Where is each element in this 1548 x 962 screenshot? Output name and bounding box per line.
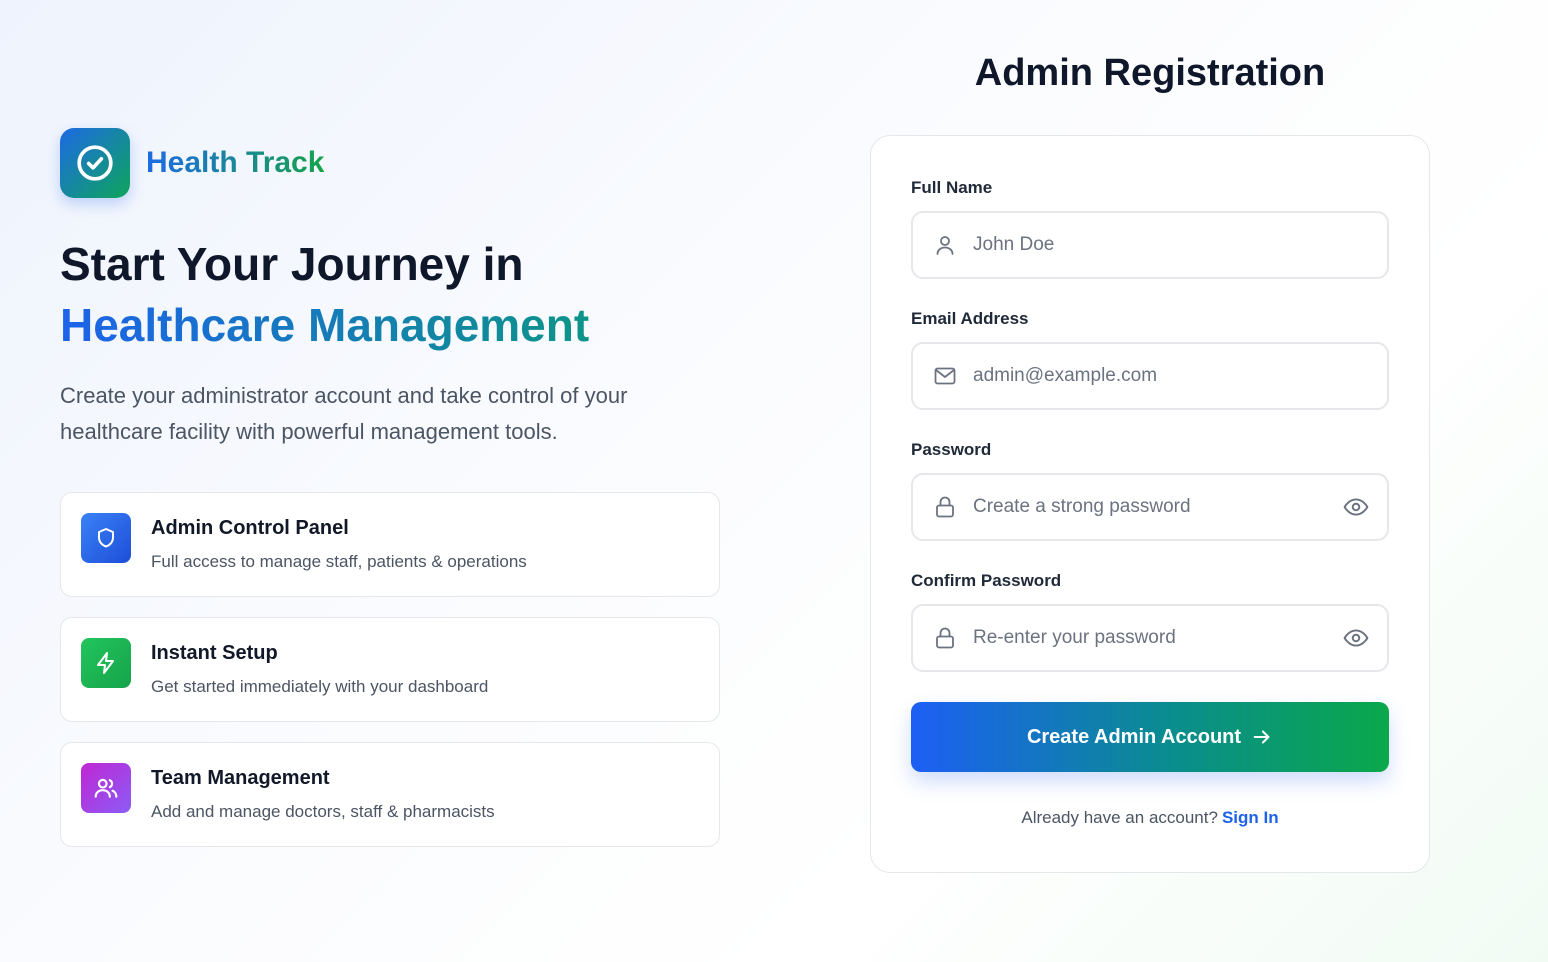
signin-row: Already have an account? Sign In bbox=[911, 808, 1389, 828]
lightning-icon bbox=[97, 652, 114, 674]
registration-form: Full Name Email Address Password bbox=[870, 135, 1430, 873]
submit-label: Create Admin Account bbox=[1026, 725, 1242, 748]
email-input-wrapper bbox=[911, 342, 1389, 410]
lock-icon bbox=[936, 627, 954, 649]
mail-icon bbox=[934, 367, 956, 385]
lock-icon bbox=[936, 496, 954, 518]
full-name-input[interactable] bbox=[913, 213, 1387, 277]
signin-prompt: Already have an account? bbox=[1021, 808, 1218, 827]
full-name-input-wrapper bbox=[911, 211, 1389, 279]
confirm-password-label: Confirm Password bbox=[911, 571, 1062, 590]
password-input[interactable] bbox=[913, 475, 1387, 539]
shield-icon bbox=[98, 528, 114, 548]
feature-description: Add and manage doctors, staff & pharmaci… bbox=[151, 802, 495, 821]
left-panel: Health Track Start Your Journey in Healt… bbox=[60, 128, 720, 867]
confirm-password-field-group: Confirm Password bbox=[911, 571, 1389, 672]
eye-icon[interactable] bbox=[1343, 625, 1369, 651]
feature-text: Team Management Add and manage doctors, … bbox=[151, 763, 495, 822]
check-circle-icon bbox=[77, 145, 113, 181]
sign-in-link[interactable]: Sign In bbox=[1222, 808, 1279, 827]
hero-title-line1: Start Your Journey in bbox=[60, 238, 524, 290]
create-admin-account-button[interactable]: Create Admin Account bbox=[911, 702, 1389, 772]
confirm-password-input-wrapper bbox=[911, 604, 1389, 672]
password-label: Password bbox=[911, 440, 992, 459]
full-name-field-group: Full Name bbox=[911, 178, 1389, 279]
hero-title: Start Your Journey in Healthcare Managem… bbox=[60, 234, 720, 356]
hero-title-line2: Healthcare Management bbox=[60, 295, 589, 356]
arrow-right-icon bbox=[1253, 730, 1270, 744]
brand-logo bbox=[60, 128, 130, 198]
feature-title: Team Management bbox=[151, 767, 330, 789]
email-label: Email Address bbox=[911, 309, 1029, 328]
feature-icon-badge bbox=[81, 513, 131, 563]
confirm-password-input[interactable] bbox=[913, 606, 1387, 670]
feature-description: Full access to manage staff, patients & … bbox=[151, 552, 527, 571]
password-input-wrapper bbox=[911, 473, 1389, 541]
feature-icon-badge bbox=[81, 763, 131, 813]
feature-title: Instant Setup bbox=[151, 642, 278, 664]
feature-text: Instant Setup Get started immediately wi… bbox=[151, 638, 488, 697]
full-name-label: Full Name bbox=[911, 178, 993, 197]
email-input[interactable] bbox=[913, 344, 1387, 408]
user-icon bbox=[936, 236, 954, 255]
feature-description: Get started immediately with your dashbo… bbox=[151, 677, 489, 696]
password-field-group: Password bbox=[911, 440, 1389, 541]
feature-text: Admin Control Panel Full access to manag… bbox=[151, 513, 527, 572]
form-heading: Admin Registration bbox=[974, 52, 1326, 94]
brand-name: Health Track bbox=[146, 146, 325, 179]
feature-list: Admin Control Panel Full access to manag… bbox=[60, 492, 720, 847]
feature-icon-badge bbox=[81, 638, 131, 688]
brand: Health Track bbox=[60, 128, 720, 198]
hero-description: Create your administrator account and ta… bbox=[60, 383, 628, 444]
users-icon bbox=[94, 778, 118, 798]
email-field-group: Email Address bbox=[911, 309, 1389, 410]
eye-icon[interactable] bbox=[1343, 494, 1369, 520]
feature-card-instant-setup: Instant Setup Get started immediately wi… bbox=[60, 617, 720, 722]
feature-title: Admin Control Panel bbox=[151, 517, 349, 539]
feature-card-admin-control: Admin Control Panel Full access to manag… bbox=[60, 492, 720, 597]
feature-card-team-management: Team Management Add and manage doctors, … bbox=[60, 742, 720, 847]
